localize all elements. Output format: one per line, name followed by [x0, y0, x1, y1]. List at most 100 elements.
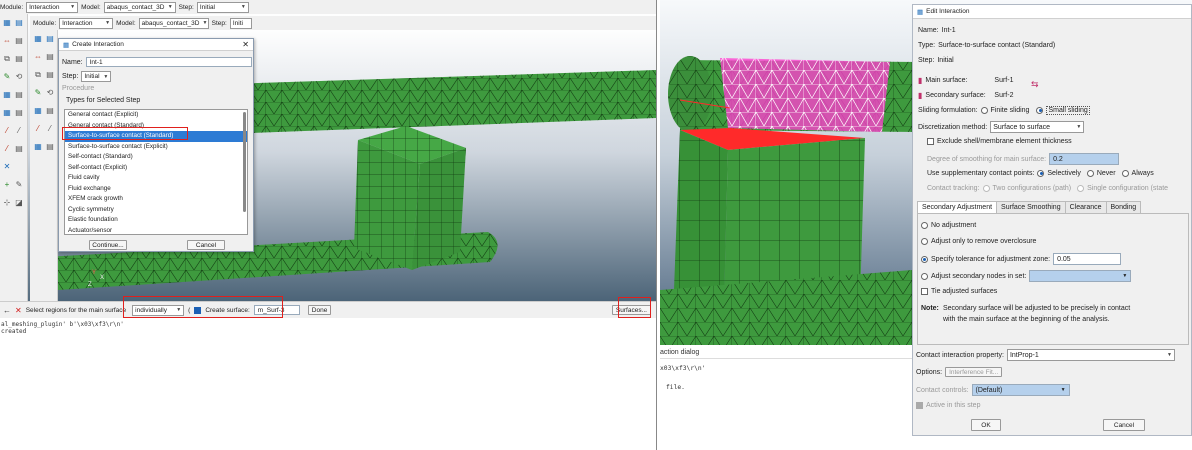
adj-tolerance-radio[interactable]: [921, 255, 928, 263]
tab-surface-smoothing[interactable]: Surface Smoothing: [996, 201, 1066, 213]
section-manager-icon[interactable]: ▤: [14, 90, 24, 100]
supp-never-radio[interactable]: [1086, 170, 1094, 177]
switch-surfaces-icon[interactable]: ⇆: [1031, 79, 1039, 90]
module-combo[interactable]: Interaction ▼: [59, 17, 114, 29]
property-combo[interactable]: IntProp-1 ▼: [1006, 349, 1175, 361]
adj-overclosure-row: Adjust only to remove overclosure: [921, 238, 1036, 245]
fastener-tool-icon[interactable]: ⁄: [33, 124, 43, 134]
edit-tool-icon[interactable]: ✎: [14, 180, 24, 190]
datum-tool-icon[interactable]: ⊹: [2, 198, 12, 208]
constraint-manager-icon[interactable]: ▤: [14, 54, 24, 64]
supp-always-radio[interactable]: [1121, 170, 1129, 177]
done-button[interactable]: Done: [307, 305, 332, 315]
tab-secondary-adjustment[interactable]: Secondary Adjustment: [917, 201, 998, 213]
cancel-button[interactable]: Cancel: [187, 240, 225, 250]
adj-overclosure-radio[interactable]: [921, 238, 928, 245]
csys-manager-icon[interactable]: ▤: [45, 142, 55, 152]
smoothing-input[interactable]: 0.2: [1049, 153, 1120, 165]
continue-button[interactable]: Continue...: [89, 240, 127, 250]
close-icon[interactable]: ✕: [242, 40, 249, 49]
list-scrollbar[interactable]: [243, 112, 246, 212]
tracking-two-radio[interactable]: [982, 185, 990, 192]
list-item[interactable]: Self-contact (Explicit): [65, 163, 247, 174]
small-sliding-radio[interactable]: [1036, 107, 1044, 114]
toolbox-back: ▦ ▤ ⇔ ▤ ⧉ ▤ ✎ ⟲ ▦ ▤ ▦ ▤ ⁄ ⁄ ⁄ ▤ ✕ + ✎ ⊹ …: [0, 14, 28, 314]
step-combo[interactable]: Initial ▼: [81, 71, 112, 82]
connector-tool-icon[interactable]: ✎: [33, 88, 43, 98]
interference-fit-button[interactable]: Interference Fit...: [945, 367, 1003, 377]
active-checkbox[interactable]: [916, 402, 923, 409]
adj-nodes-radio[interactable]: [921, 272, 928, 280]
step-combo[interactable]: Initi: [229, 17, 252, 29]
adj-tolerance-input[interactable]: 0.05: [1053, 253, 1122, 265]
ok-button[interactable]: OK: [971, 419, 1001, 431]
finite-sliding-radio[interactable]: [980, 107, 988, 114]
property-tool-icon[interactable]: ⇔: [33, 52, 43, 62]
interaction-tool-icon[interactable]: ▦: [2, 18, 12, 28]
section-manager-icon[interactable]: ▤: [45, 106, 55, 116]
list-item[interactable]: Fluid exchange: [65, 184, 247, 195]
connector-tool-icon[interactable]: ✎: [2, 72, 12, 82]
adj-none-radio[interactable]: [921, 222, 928, 229]
tab-bonding[interactable]: Bonding: [1105, 201, 1142, 213]
property-manager-icon[interactable]: ▤: [14, 36, 24, 46]
constraint-manager-icon[interactable]: ▤: [45, 70, 55, 80]
module-combo[interactable]: Interaction ▼: [26, 1, 79, 13]
discretization-combo[interactable]: Surface to surface ▼: [990, 121, 1085, 133]
model-combo[interactable]: abaqus_contact_3D ▼: [138, 17, 209, 29]
fastener-manager-icon[interactable]: ⁄: [45, 124, 55, 134]
tracking-single-radio[interactable]: [1077, 185, 1085, 192]
assign-tool-icon[interactable]: ▦: [2, 108, 12, 118]
spring-manager-icon[interactable]: ▤: [14, 144, 24, 154]
step-combo[interactable]: Initial ▼: [196, 1, 249, 13]
property-tool-icon[interactable]: ⇔: [2, 36, 12, 46]
controls-combo[interactable]: (Default) ▼: [971, 384, 1070, 396]
adj-none-label: No adjustment: [931, 222, 977, 229]
dialog-titlebar[interactable]: ▦ Create Interaction ✕: [59, 39, 253, 51]
list-item[interactable]: Fluid cavity: [65, 173, 247, 184]
section-tool-icon[interactable]: ▦: [2, 90, 12, 100]
manager-tool-icon[interactable]: ▤: [14, 18, 24, 28]
list-item[interactable]: Surface-to-surface contact (Explicit): [65, 142, 247, 153]
axis-x-label: X: [100, 275, 105, 281]
manager-tool-icon[interactable]: ▤: [45, 34, 55, 44]
tie-surfaces-checkbox[interactable]: [921, 288, 928, 295]
list-item[interactable]: Self-contact (Standard): [65, 152, 247, 163]
supp-selectively-label: Selectively: [1047, 170, 1081, 177]
property-manager-icon[interactable]: ▤: [45, 52, 55, 62]
list-item[interactable]: Actuator/sensor: [65, 226, 247, 235]
interaction-tool-icon[interactable]: ▦: [33, 34, 43, 44]
section-tool-icon[interactable]: ▦: [33, 106, 43, 116]
dialog-titlebar[interactable]: ▦ Edit Interaction: [913, 5, 1191, 19]
wire-tool-icon[interactable]: ⟲: [14, 72, 24, 82]
wire-tool-icon[interactable]: ⟲: [45, 88, 55, 98]
csys-tool-icon[interactable]: ▦: [33, 142, 43, 152]
dialog-app-icon: ▦: [63, 41, 70, 49]
back-arrow-icon[interactable]: ←: [3, 306, 11, 315]
name-row: Name: Int-1: [918, 27, 956, 34]
spring-tool-icon[interactable]: ⁄: [2, 144, 12, 154]
list-item[interactable]: General contact (Explicit): [65, 110, 247, 121]
name-input[interactable]: Int-1: [85, 57, 252, 67]
fastener-tool-icon[interactable]: ⁄: [2, 126, 12, 136]
list-item[interactable]: XFEM crack growth: [65, 194, 247, 205]
assign-manager-icon[interactable]: ▤: [14, 108, 24, 118]
adj-nodes-combo[interactable]: ▼: [1029, 270, 1132, 282]
cancel-button[interactable]: Cancel: [1103, 419, 1145, 431]
supplementary-row: Use supplementary contact points: Select…: [927, 170, 1154, 177]
supp-selectively-radio[interactable]: [1037, 170, 1045, 177]
csys-tool-icon[interactable]: ✕: [2, 162, 12, 172]
add-tool-icon[interactable]: +: [2, 180, 12, 190]
main-surface-label: Main surface:: [925, 77, 968, 84]
fastener-manager-icon[interactable]: ⁄: [14, 126, 24, 136]
list-item[interactable]: Cyclic symmetry: [65, 205, 247, 216]
axis-z-label: Z: [88, 282, 92, 288]
cancel-x-icon[interactable]: ✕: [15, 306, 22, 315]
partition-tool-icon[interactable]: ◪: [14, 198, 24, 208]
constraint-tool-icon[interactable]: ⧉: [33, 70, 43, 80]
model-combo[interactable]: abaqus_contact_3D ▼: [103, 1, 176, 13]
list-item[interactable]: Elastic foundation: [65, 215, 247, 226]
constraint-tool-icon[interactable]: ⧉: [2, 54, 12, 64]
exclude-shell-checkbox[interactable]: [927, 138, 934, 145]
tab-clearance[interactable]: Clearance: [1064, 201, 1107, 213]
